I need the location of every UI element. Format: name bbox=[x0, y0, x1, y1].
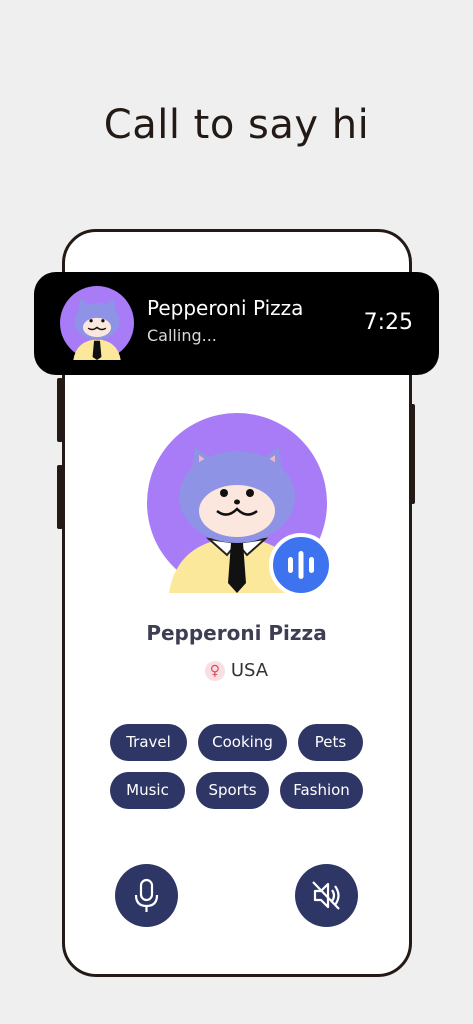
phone-side-button-right bbox=[409, 404, 415, 504]
interest-tag-cooking[interactable]: Cooking bbox=[198, 724, 287, 761]
voice-wave-icon bbox=[288, 551, 314, 579]
speaker-mute-button[interactable] bbox=[295, 864, 358, 927]
phone-side-button-left-1 bbox=[57, 378, 63, 442]
call-status: Calling... bbox=[147, 326, 217, 345]
call-timer: 7:25 bbox=[363, 310, 413, 335]
page-headline: Call to say hi bbox=[103, 102, 370, 148]
country-label: USA bbox=[230, 660, 269, 681]
female-symbol-icon: ♀ bbox=[204, 661, 225, 681]
speaker-muted-icon bbox=[312, 881, 340, 910]
interest-tag-travel[interactable]: Travel bbox=[110, 724, 187, 761]
profile-name: Pepperoni Pizza bbox=[146, 621, 327, 645]
interest-tag-pets[interactable]: Pets bbox=[298, 724, 363, 761]
caller-name: Pepperoni Pizza bbox=[147, 296, 304, 320]
interest-tag-sports[interactable]: Sports bbox=[196, 772, 269, 809]
caller-avatar bbox=[60, 286, 134, 360]
profile-location: ♀ USA bbox=[0, 660, 473, 681]
incoming-call-banner[interactable]: Pepperoni Pizza Calling... 7:25 bbox=[34, 272, 439, 375]
phone-side-button-left-2 bbox=[57, 465, 63, 529]
interest-tag-fashion[interactable]: Fashion bbox=[280, 772, 363, 809]
microphone-button[interactable] bbox=[115, 864, 178, 927]
interest-tag-music[interactable]: Music bbox=[110, 772, 185, 809]
microphone-icon bbox=[134, 878, 159, 912]
voice-wave-button[interactable] bbox=[269, 533, 333, 597]
